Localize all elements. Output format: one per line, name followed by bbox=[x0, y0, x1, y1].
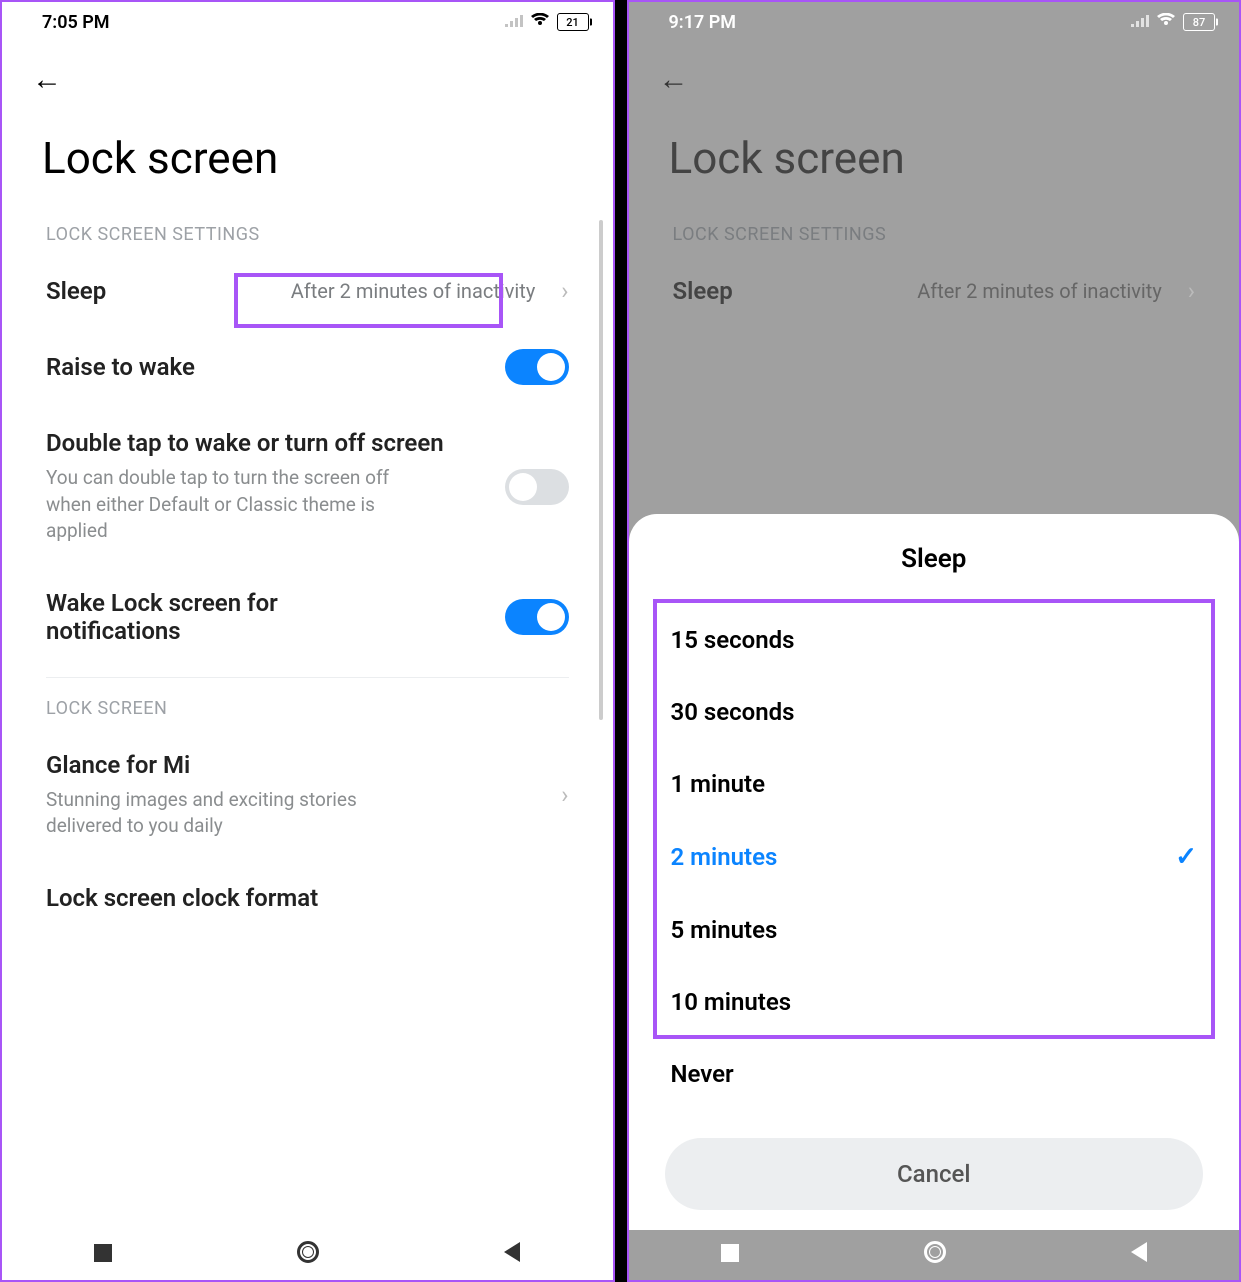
sheet-title: Sleep bbox=[629, 544, 1240, 574]
recents-button[interactable] bbox=[94, 1243, 112, 1268]
wake-lock-label: Wake Lock screen for notifications bbox=[46, 589, 366, 645]
glance-row[interactable]: Glance for Mi Stunning images and exciti… bbox=[2, 729, 613, 862]
nav-bar bbox=[629, 1230, 1240, 1280]
back-button[interactable] bbox=[504, 1242, 520, 1268]
home-button[interactable] bbox=[297, 1241, 319, 1269]
double-tap-row[interactable]: Double tap to wake or turn off screen Yo… bbox=[2, 407, 613, 567]
clock-format-row[interactable]: Lock screen clock format bbox=[2, 862, 613, 934]
double-tap-desc: You can double tap to turn the screen of… bbox=[46, 465, 426, 545]
wake-lock-toggle[interactable] bbox=[505, 599, 569, 635]
recents-button[interactable] bbox=[721, 1243, 739, 1268]
status-icons: 21 bbox=[505, 13, 589, 31]
signal-icon bbox=[1131, 13, 1149, 31]
clock-format-label: Lock screen clock format bbox=[46, 884, 569, 912]
sleep-label: Sleep bbox=[673, 277, 902, 305]
sleep-value: After 2 minutes of inactivity bbox=[291, 279, 536, 303]
double-tap-label: Double tap to wake or turn off screen bbox=[46, 429, 489, 457]
sleep-row[interactable]: Sleep After 2 minutes of inactivity › bbox=[629, 255, 1240, 327]
divider bbox=[46, 677, 569, 678]
signal-icon bbox=[505, 13, 523, 31]
sleep-value: After 2 minutes of inactivity bbox=[917, 279, 1162, 303]
left-screenshot: 7:05 PM 21 ← Lock screen LOCK SCREEN SET… bbox=[0, 0, 615, 1282]
right-screenshot: 9:17 PM 87 ← Lock screen LOCK SCREEN SET… bbox=[627, 0, 1241, 1282]
section-header-lockscreen: LOCK SCREEN bbox=[2, 688, 613, 729]
status-time: 9:17 PM bbox=[669, 12, 737, 33]
battery-icon: 87 bbox=[1183, 13, 1215, 31]
status-bar: 7:05 PM 21 bbox=[2, 2, 613, 42]
chevron-right-icon: › bbox=[1188, 277, 1195, 305]
section-header-settings: LOCK SCREEN SETTINGS bbox=[629, 214, 1240, 255]
sleep-option-10m[interactable]: 10 minutes bbox=[629, 966, 1240, 1038]
sleep-option-30s[interactable]: 30 seconds bbox=[629, 676, 1240, 748]
section-header-settings: LOCK SCREEN SETTINGS bbox=[2, 214, 613, 255]
status-icons: 87 bbox=[1131, 13, 1215, 31]
sleep-option-2m[interactable]: 2 minutes✓ bbox=[629, 820, 1240, 894]
status-bar: 9:17 PM 87 bbox=[629, 2, 1240, 42]
cancel-button[interactable]: Cancel bbox=[665, 1138, 1204, 1210]
status-time: 7:05 PM bbox=[42, 12, 110, 33]
raise-to-wake-toggle[interactable] bbox=[505, 349, 569, 385]
wifi-icon bbox=[1157, 13, 1175, 31]
back-button[interactable] bbox=[1131, 1242, 1147, 1268]
glance-desc: Stunning images and exciting stories del… bbox=[46, 787, 426, 840]
sleep-option-5m[interactable]: 5 minutes bbox=[629, 894, 1240, 966]
wake-lock-row[interactable]: Wake Lock screen for notifications bbox=[2, 567, 613, 667]
sleep-option-never[interactable]: Never bbox=[629, 1038, 1240, 1110]
sleep-option-15s[interactable]: 15 seconds bbox=[629, 604, 1240, 676]
sleep-row[interactable]: Sleep After 2 minutes of inactivity › bbox=[2, 255, 613, 327]
glance-label: Glance for Mi bbox=[46, 751, 535, 779]
back-arrow-icon[interactable]: ← bbox=[659, 62, 689, 97]
home-button[interactable] bbox=[924, 1241, 946, 1269]
raise-to-wake-label: Raise to wake bbox=[46, 353, 489, 381]
raise-to-wake-row[interactable]: Raise to wake bbox=[2, 327, 613, 407]
battery-icon: 21 bbox=[557, 13, 589, 31]
check-icon: ✓ bbox=[1175, 842, 1197, 872]
wifi-icon bbox=[531, 13, 549, 31]
header: ← bbox=[2, 42, 613, 107]
back-arrow-icon[interactable]: ← bbox=[32, 62, 62, 97]
nav-bar bbox=[2, 1230, 613, 1280]
sleep-option-1m[interactable]: 1 minute bbox=[629, 748, 1240, 820]
chevron-right-icon: › bbox=[561, 277, 568, 305]
header: ← bbox=[629, 42, 1240, 107]
chevron-right-icon: › bbox=[561, 781, 568, 809]
double-tap-toggle[interactable] bbox=[505, 469, 569, 505]
page-title: Lock screen bbox=[629, 107, 1240, 214]
sleep-label: Sleep bbox=[46, 277, 275, 305]
page-title: Lock screen bbox=[2, 107, 613, 214]
sleep-bottom-sheet: Sleep 15 seconds 30 seconds 1 minute 2 m… bbox=[629, 514, 1240, 1230]
